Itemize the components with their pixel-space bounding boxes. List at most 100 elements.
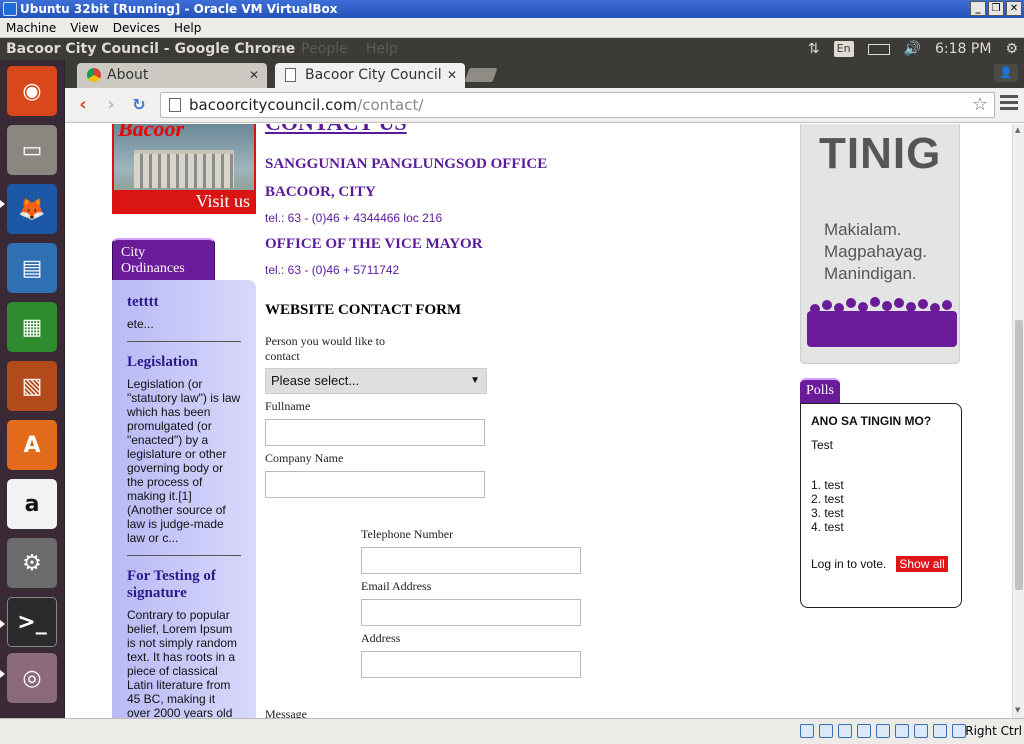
poll-description: Test	[811, 438, 834, 452]
office-name: SANGGUNIAN PANGLUNGSOD OFFICE	[265, 156, 548, 172]
tab-label: About	[107, 67, 149, 83]
tab-bacoor[interactable]: Bacoor City Council ✕	[275, 63, 465, 88]
address-label: Address	[361, 631, 401, 645]
chrome-tabstrip: About ✕ Bacoor City Council ✕ 👤	[65, 60, 1024, 88]
keyboard-layout-indicator[interactable]: En	[833, 41, 854, 57]
video-capture-icon[interactable]	[895, 724, 909, 738]
telephone-label: Telephone Number	[361, 527, 454, 541]
ghost-menu-item: s	[276, 41, 284, 57]
new-tab-button[interactable]	[464, 68, 498, 82]
reload-icon[interactable]: ↻	[127, 93, 151, 117]
network-transfer-icon[interactable]: ⇅	[808, 38, 820, 60]
battery-icon[interactable]	[867, 43, 890, 55]
city-ordinances-tab[interactable]: City Ordinances	[112, 238, 215, 281]
ordinance-excerpt: Contrary to popular belief, Lorem Ipsum …	[127, 608, 238, 718]
tab-label: Bacoor City Council	[305, 67, 442, 83]
address-bar[interactable]: bacoorcitycouncil.com/contact/ ☆	[160, 92, 995, 118]
chrome-menu-icon[interactable]	[1000, 95, 1018, 115]
software-center-icon[interactable]: A	[7, 420, 57, 470]
terminal-icon[interactable]: >_	[7, 597, 57, 647]
bookmark-star-icon[interactable]: ☆	[972, 93, 988, 117]
hard-disk-icon[interactable]	[800, 724, 814, 738]
profile-icon[interactable]: 👤	[994, 64, 1018, 82]
url-host: bacoorcitycouncil.com	[189, 96, 358, 114]
menu-view[interactable]: View	[70, 18, 98, 37]
indicator-area: ⇅ En 🔊 6:18 PM ⚙	[808, 38, 1018, 60]
back-icon[interactable]: ‹	[71, 93, 95, 117]
shared-folders-icon[interactable]	[857, 724, 871, 738]
running-indicator	[0, 620, 5, 628]
poll-option: 3. test	[811, 506, 844, 520]
bacoor-visit-banner[interactable]: Bacoor Visit us	[112, 124, 256, 214]
email-input[interactable]	[361, 599, 581, 626]
office-name: OFFICE OF THE VICE MAYOR	[265, 236, 483, 252]
optical-drive-icon[interactable]	[819, 724, 833, 738]
menu-devices[interactable]: Devices	[113, 18, 160, 37]
telephone-input[interactable]	[361, 547, 581, 574]
ordinance-title[interactable]: For Testing of signature	[127, 568, 241, 602]
system-settings-icon[interactable]: ⚙	[7, 538, 57, 588]
ordinance-excerpt: ete...	[127, 317, 154, 331]
banner-brand: Bacoor	[118, 124, 184, 141]
select-value: Please select...	[271, 373, 360, 388]
person-label: Person you would like to contact	[265, 334, 385, 363]
menu-help[interactable]: Help	[174, 18, 201, 37]
close-tab-icon[interactable]: ✕	[447, 63, 457, 87]
person-select[interactable]: Please select... ▼	[265, 368, 487, 394]
menu-machine[interactable]: Machine	[6, 18, 56, 37]
close-tab-icon[interactable]: ✕	[249, 63, 259, 87]
session-gear-icon[interactable]: ⚙	[1005, 38, 1018, 60]
polls-tab[interactable]: Polls	[800, 378, 840, 403]
volume-icon[interactable]: 🔊	[904, 38, 921, 60]
vbox-window-title: Ubuntu 32bit [Running] - Oracle VM Virtu…	[20, 2, 338, 16]
chrome-favicon-icon	[87, 68, 101, 82]
mouse-integration-icon[interactable]	[933, 724, 947, 738]
chrome-icon[interactable]: ◎	[7, 653, 57, 703]
virtualbox-icon	[3, 2, 17, 16]
host-key-label: Right Ctrl	[965, 724, 1022, 738]
fullname-label: Fullname	[265, 399, 311, 413]
window-controls: _ ❐ ✕	[970, 1, 1022, 16]
scrollbar-thumb[interactable]	[1015, 320, 1023, 590]
scroll-down-icon[interactable]: ▼	[1015, 706, 1020, 714]
city-hall-image	[134, 150, 234, 188]
poll-options: 1. test 2. test 3. test 4. test	[811, 478, 951, 534]
restore-icon[interactable]: ❐	[988, 1, 1004, 16]
login-to-vote-link[interactable]: Log in to vote.	[811, 557, 886, 571]
message-label: Message	[265, 707, 307, 718]
fullname-input[interactable]	[265, 419, 485, 446]
clock[interactable]: 6:18 PM	[935, 38, 991, 60]
display-icon[interactable]	[876, 724, 890, 738]
scroll-up-icon[interactable]: ▲	[1015, 126, 1020, 134]
close-icon[interactable]: ✕	[1006, 1, 1022, 16]
office-city: BACOOR, CITY	[265, 184, 376, 200]
keyboard-capture-icon[interactable]	[952, 724, 966, 738]
chrome-toolbar: ‹ › ↻ bacoorcitycouncil.com/contact/ ☆	[65, 88, 1024, 123]
amazon-icon[interactable]: a	[7, 479, 57, 529]
show-all-button[interactable]: Show all	[896, 556, 948, 572]
files-icon[interactable]: ▭	[7, 125, 57, 175]
tab-about[interactable]: About ✕	[77, 63, 267, 88]
libreoffice-writer-icon[interactable]: ▤	[7, 243, 57, 293]
libreoffice-calc-icon[interactable]: ▦	[7, 302, 57, 352]
network-icon[interactable]	[914, 724, 928, 738]
ordinance-title[interactable]: Legislation	[127, 354, 241, 371]
ordinance-title[interactable]: tetttt	[127, 294, 241, 311]
dash-home-icon[interactable]: ◉	[7, 66, 57, 116]
address-input[interactable]	[361, 651, 581, 678]
libreoffice-impress-icon[interactable]: ▧	[7, 361, 57, 411]
minimize-icon[interactable]: _	[970, 1, 986, 16]
vbox-menubar: Machine View Devices Help	[0, 18, 1024, 38]
unity-launcher: ◉ ▭ 🦊 ▤ ▦ ▧ A a ⚙ >_ ◎	[0, 60, 65, 718]
running-indicator	[0, 200, 5, 208]
polls-panel: ANO SA TINGIN MO? Test 1. test 2. test 3…	[800, 403, 962, 608]
city-ordinances-panel: tetttt ete... Legislation Legislation (o…	[112, 280, 256, 718]
ordinance-excerpt: Legislation (or "statutory law") is law …	[127, 377, 241, 545]
global-menu-ghost: s People Help	[276, 38, 398, 60]
company-input[interactable]	[265, 471, 485, 498]
usb-icon[interactable]	[838, 724, 852, 738]
page-scrollbar[interactable]: ▲ ▼	[1012, 124, 1024, 718]
forward-icon[interactable]: ›	[99, 93, 123, 117]
tinig-ad-banner[interactable]: TINIG Makialam. Magpahayag. Manindigan.	[800, 124, 960, 364]
firefox-icon[interactable]: 🦊	[7, 184, 57, 234]
